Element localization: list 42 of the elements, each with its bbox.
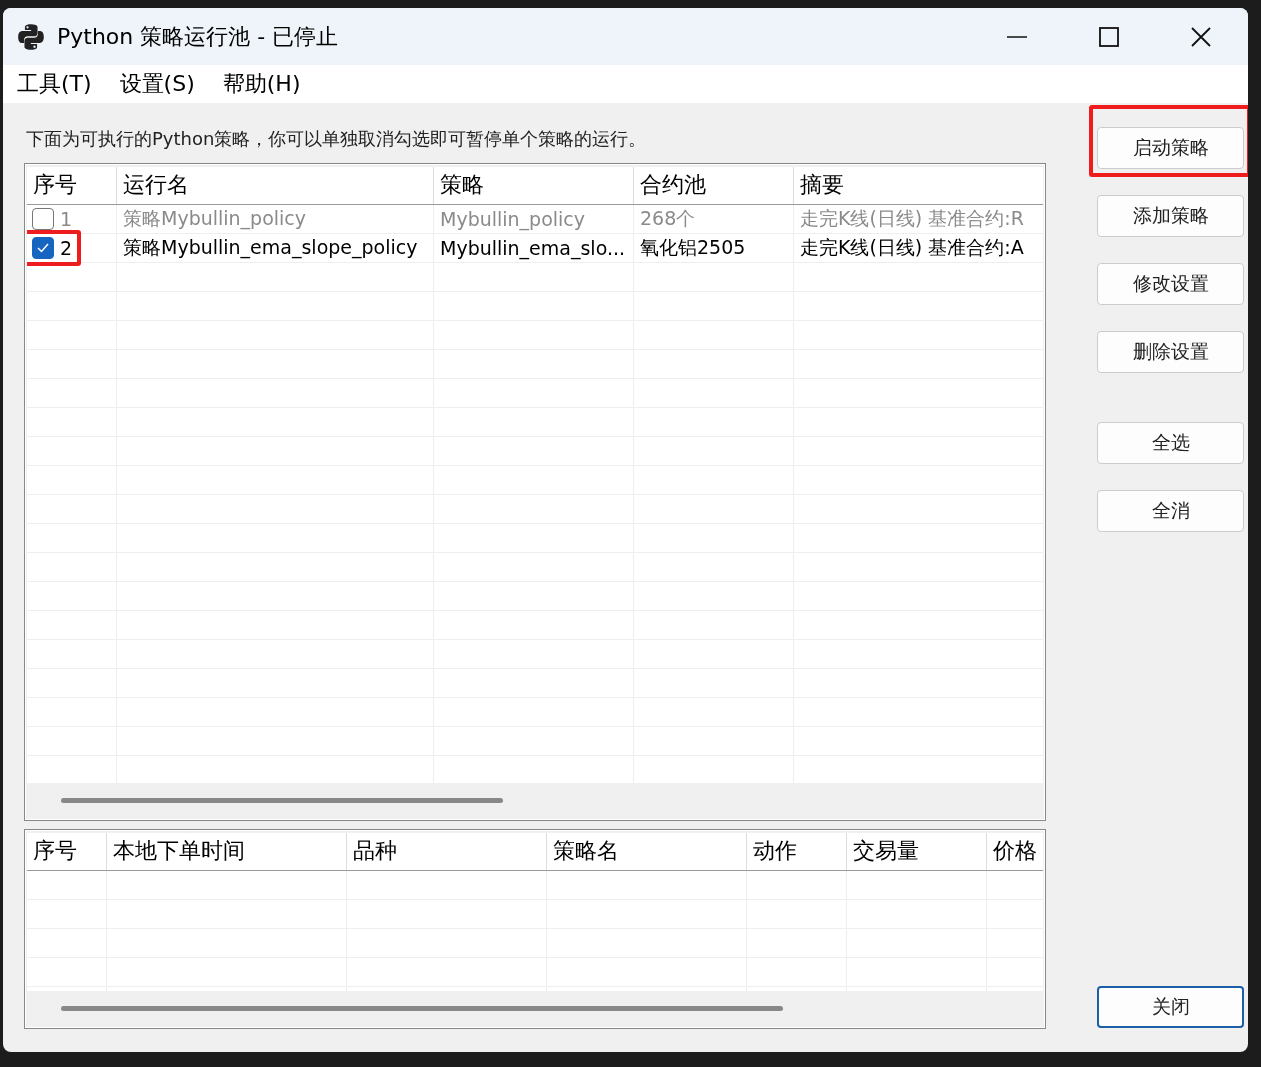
checkbox[interactable] bbox=[32, 208, 54, 230]
column-header[interactable]: 交易量 bbox=[847, 833, 987, 870]
checkbox[interactable] bbox=[32, 237, 54, 259]
table-cell-text: 氧化铝2505 bbox=[640, 235, 746, 260]
menu-item[interactable]: 帮助(H) bbox=[222, 69, 301, 99]
table-cell-text: 268个 bbox=[640, 206, 696, 231]
action-button[interactable]: 添加策略 bbox=[1097, 195, 1244, 237]
window-title: Python 策略运行池 - 已停止 bbox=[57, 22, 340, 51]
check-icon bbox=[36, 242, 50, 254]
table-cell: 策略Mybullin_policy bbox=[123, 206, 307, 232]
action-button[interactable]: 启动策略 bbox=[1097, 127, 1244, 169]
column-header[interactable]: 动作 bbox=[747, 833, 847, 870]
column-header[interactable]: 策略 bbox=[434, 167, 634, 204]
column-header[interactable]: 运行名 bbox=[117, 167, 434, 204]
table-cell: Mybullin_policy bbox=[440, 208, 586, 230]
table-cell: Mybullin_ema_slo... bbox=[440, 237, 626, 259]
column-header[interactable]: 序号 bbox=[27, 167, 117, 204]
table-cell-text: 走完K线(日线) 基准合约:A bbox=[800, 235, 1024, 260]
column-header[interactable]: 品种 bbox=[347, 833, 547, 870]
table-cell: 2 bbox=[60, 237, 73, 259]
action-button[interactable]: 全选 bbox=[1097, 422, 1244, 464]
table-cell: 1 bbox=[60, 208, 73, 230]
column-header[interactable]: 价格 bbox=[987, 833, 1043, 870]
column-header[interactable]: 合约池 bbox=[634, 167, 794, 204]
scrollbar-thumb[interactable] bbox=[61, 797, 503, 803]
column-header[interactable]: 本地下单时间 bbox=[107, 833, 347, 870]
action-button[interactable]: 修改设置 bbox=[1097, 263, 1244, 305]
description-text: 下面为可执行的Python策略，你可以单独取消勾选即可暂停单个策略的运行。 bbox=[26, 127, 648, 151]
table-cell: 策略Mybullin_ema_slope_policy bbox=[123, 235, 418, 261]
action-button[interactable]: 关闭 bbox=[1097, 986, 1244, 1028]
table-cell-text: 走完K线(日线) 基准合约:R bbox=[800, 206, 1024, 231]
action-button[interactable]: 全消 bbox=[1097, 490, 1244, 532]
column-header[interactable]: 序号 bbox=[27, 833, 107, 870]
column-header[interactable]: 摘要 bbox=[794, 167, 1043, 204]
scrollbar-thumb[interactable] bbox=[61, 1005, 783, 1011]
action-button[interactable]: 删除设置 bbox=[1097, 331, 1244, 373]
close-icon[interactable] bbox=[1190, 25, 1212, 48]
menu-item[interactable]: 工具(T) bbox=[17, 69, 92, 99]
maximize-icon[interactable] bbox=[1098, 25, 1120, 48]
python-logo-icon bbox=[17, 22, 45, 51]
menu-item[interactable]: 设置(S) bbox=[119, 69, 195, 99]
column-header[interactable]: 策略名 bbox=[547, 833, 747, 870]
